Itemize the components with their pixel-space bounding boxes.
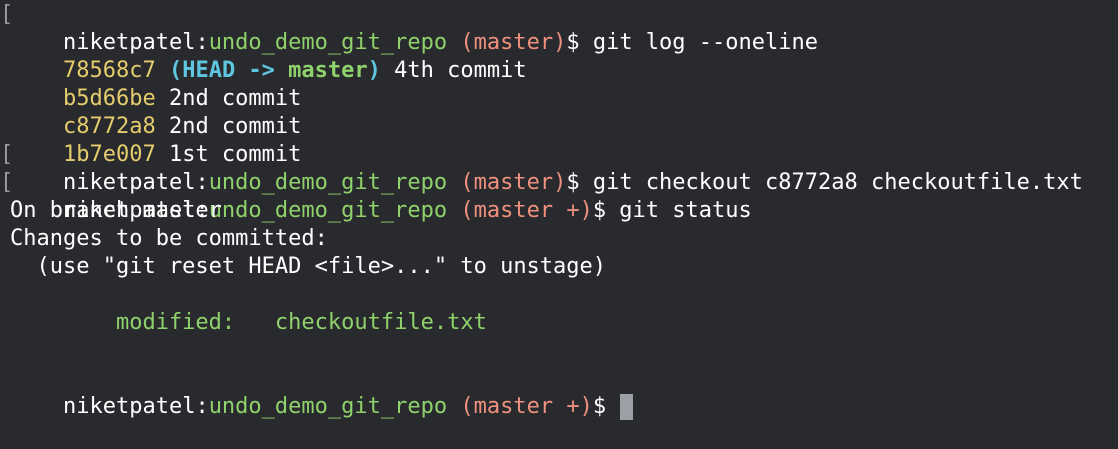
text-cursor	[620, 394, 634, 420]
prompt-bracket: [	[0, 170, 14, 195]
git-log-entry: 1b7e007 1st commit	[10, 113, 1118, 167]
prompt-repo: undo_demo_git_repo	[208, 394, 448, 419]
modified-file-line: modified: checkoutfile.txt	[10, 310, 487, 335]
terminal-line-prompt: [niketpatel:undo_demo_git_repo (master)$…	[0, 1, 1118, 55]
prompt-bracket: [	[0, 2, 14, 27]
terminal-window[interactable]: [niketpatel:undo_demo_git_repo (master)$…	[0, 0, 1118, 420]
prompt-branch: (master +)	[460, 394, 593, 419]
prompt-bracket: [	[0, 142, 14, 167]
git-log-entry: c8772a8 2nd commit	[10, 85, 1118, 139]
git-log-entry: b5d66be 2nd commit	[10, 57, 1118, 111]
prompt-user: niketpatel	[62, 394, 196, 419]
terminal-line-prompt: [niketpatel:undo_demo_git_repo (master)$…	[0, 141, 1118, 195]
output-line: Changes to be committed:	[10, 226, 328, 251]
prompt-colon: :	[195, 394, 209, 419]
terminal-line-prompt-active[interactable]: niketpatel:undo_demo_git_repo (master +)…	[10, 365, 1118, 420]
prompt-dollar: $	[592, 394, 607, 419]
output-line: (use "git reset HEAD <file>..." to unsta…	[10, 254, 607, 279]
output-line: On branch master	[10, 198, 222, 223]
git-log-entry: 78568c7 (HEAD -> master) 4th commit	[10, 29, 1118, 83]
terminal-line-prompt: [niketpatel:undo_demo_git_repo (master +…	[0, 169, 1118, 223]
command-input[interactable]	[606, 394, 619, 419]
